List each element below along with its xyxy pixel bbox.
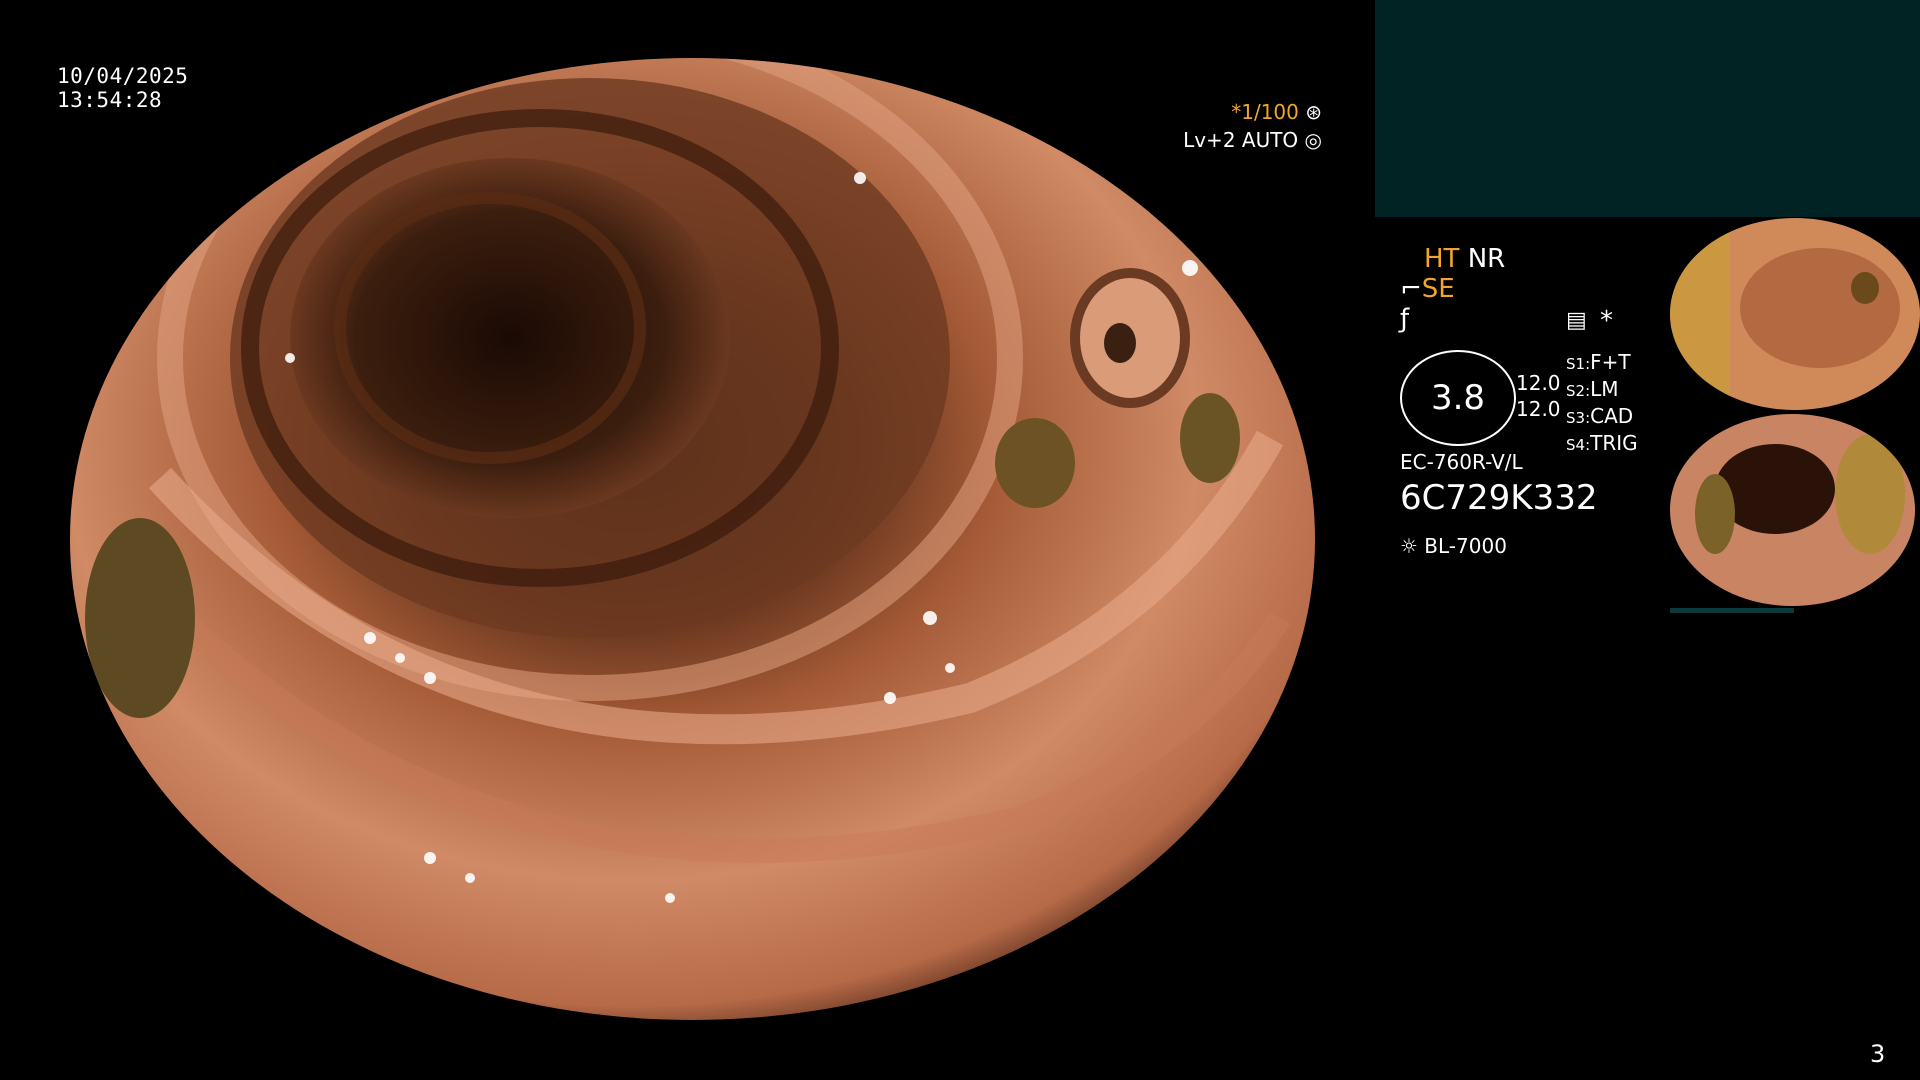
se-line: ⌐SE	[1400, 274, 1455, 304]
page-number: 3	[1870, 1040, 1886, 1068]
shutter-icon: ⊛	[1305, 100, 1322, 124]
thumbnail-1[interactable]	[1670, 218, 1920, 410]
s4-value: TRIG	[1590, 431, 1638, 455]
scope-serial: 6C729K332	[1400, 478, 1598, 518]
value-b: 12.0	[1516, 397, 1561, 421]
se-label: SE	[1421, 274, 1455, 304]
thumbnail-bar	[1670, 608, 1794, 613]
star-symbol: *	[1600, 306, 1613, 336]
exposure-status: *1/100 ⊛ Lv+2 AUTO ◎	[1183, 98, 1322, 154]
colon-lumen-image	[70, 58, 1315, 1020]
menu-icon: ▤	[1566, 308, 1587, 333]
shutter-text: *1/100	[1231, 100, 1299, 124]
scope-model: EC-760R-V/L	[1400, 450, 1523, 474]
scope-icon: ⌐	[1400, 274, 1422, 304]
light-icon: ☼	[1400, 534, 1418, 558]
preview-area	[1375, 0, 1920, 217]
thumbnail-2-image	[1670, 414, 1915, 606]
thumbnail-1-image	[1670, 218, 1920, 410]
nr-label: NR	[1467, 244, 1506, 274]
auto-icon: ◎	[1304, 128, 1322, 152]
s1-value: F+T	[1590, 350, 1631, 374]
s1-key: S1:	[1566, 355, 1591, 373]
ht-nr-line: HT NR	[1424, 244, 1505, 274]
date-text: 10/04/2025	[57, 64, 189, 88]
ht-label: HT	[1424, 244, 1460, 274]
enhancement-value: 3.8	[1430, 378, 1486, 418]
value-a: 12.0	[1516, 371, 1561, 395]
time-text: 13:54:28	[57, 88, 163, 112]
thumbnail-2[interactable]	[1670, 414, 1915, 606]
s3-value: CAD	[1590, 404, 1634, 428]
s3-key: S3:	[1566, 409, 1591, 427]
endoscope-main-view	[70, 58, 1315, 1020]
light-source-line: ☼ BL-7000	[1400, 534, 1507, 558]
enhance-icon: ƒ	[1400, 304, 1410, 334]
switch-assignments: S1:F+T S2:LM S3:CAD S4:TRIG	[1566, 350, 1638, 458]
s4-key: S4:	[1566, 436, 1591, 454]
s2-key: S2:	[1566, 382, 1591, 400]
light-source: BL-7000	[1424, 534, 1507, 558]
datetime-overlay: 10/04/2025 13:54:28	[57, 64, 188, 112]
enhancement-gauge: 3.8	[1400, 350, 1516, 446]
level-text: Lv+2 AUTO	[1183, 128, 1299, 152]
level-values: 12.0 12.0	[1516, 370, 1561, 422]
s2-value: LM	[1590, 377, 1619, 401]
